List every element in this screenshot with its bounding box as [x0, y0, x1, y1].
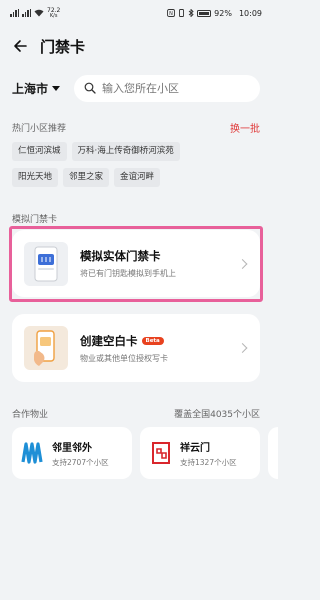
community-chip[interactable]: 邻里之家 [63, 168, 110, 187]
partner-count: 支持1327个小区 [180, 457, 237, 467]
bluetooth-icon [188, 9, 194, 17]
simulate-section-title: 模拟门禁卡 [12, 215, 58, 225]
partners-coverage: 覆盖全国4035个小区 [174, 410, 260, 420]
city-selector[interactable]: 上海市 [12, 80, 74, 97]
battery-level: 92% [214, 8, 232, 18]
page-title: 门禁卡 [40, 37, 86, 56]
chips-row-1: 仁恒河滨城 万科·海上传奇御桥河滨苑 [12, 142, 260, 161]
partners-section-header: 合作物业 覆盖全国4035个小区 [12, 407, 260, 420]
community-chip[interactable]: 仁恒河滨城 [12, 142, 67, 161]
battery-icon [197, 9, 212, 17]
partner-name: 邻里邻外 [52, 442, 92, 454]
network-speed: 72.2 K/s [47, 7, 60, 19]
partner-count: 支持2707个小区 [52, 457, 109, 467]
partner-name: 祥云门 [180, 442, 210, 454]
status-bar: 72.2 K/s N 92% 10:09 [0, 0, 272, 26]
city-search-bar: 上海市 [12, 74, 260, 102]
community-chip[interactable]: 阳光天地 [12, 168, 59, 187]
search-box[interactable] [74, 74, 260, 102]
hot-section-title: 热门小区推荐 [12, 124, 67, 134]
xiangyun-logo-icon [148, 440, 174, 466]
partners-section-title: 合作物业 [12, 410, 49, 420]
refresh-button[interactable]: 换一批 [230, 120, 260, 135]
city-label: 上海市 [12, 81, 49, 96]
chevron-right-icon [237, 343, 248, 353]
partner-xiangyun-text: 祥云门 支持1327个小区 [180, 439, 237, 468]
wifi-icon [34, 9, 44, 17]
vibrate-icon [179, 9, 185, 17]
beta-badge: Beta [141, 337, 164, 345]
hand-phone-icon [34, 330, 55, 366]
partner-linli-text: 邻里邻外 支持2707个小区 [52, 439, 109, 468]
blank-card-title-row: 创建空白卡 Beta [80, 333, 168, 349]
partner-card-linli[interactable]: 邻里邻外 支持2707个小区 [12, 427, 132, 479]
blank-card-subtitle: 物业或其他单位授权写卡 [80, 353, 168, 363]
search-input[interactable] [102, 81, 252, 95]
blank-card-text: 创建空白卡 Beta 物业或其他单位授权写卡 [80, 333, 168, 364]
xiangyun-logo-graphic [152, 442, 170, 464]
community-chip[interactable]: 万科·海上传奇御桥河滨苑 [71, 142, 180, 161]
community-chip[interactable]: 金谊河畔 [114, 168, 161, 187]
partner-card-xiangyun[interactable]: 祥云门 支持1327个小区 [140, 427, 260, 479]
chips-row-2: 阳光天地 邻里之家 金谊河畔 [12, 168, 260, 187]
blank-card-title: 创建空白卡 [80, 333, 138, 348]
status-bar-left: 72.2 K/s [10, 7, 60, 19]
highlight-frame [9, 226, 263, 302]
signal-icon-2 [22, 9, 31, 17]
network-speed-unit: K/s [49, 12, 58, 19]
clock: 10:09 [238, 8, 262, 18]
back-button[interactable] [0, 30, 40, 62]
blank-card-icon [24, 326, 68, 370]
nfc-icon: N [167, 9, 176, 17]
svg-text:N: N [169, 11, 173, 17]
back-arrow-icon [14, 40, 27, 52]
dropdown-triangle-icon [52, 85, 61, 91]
signal-icon [10, 9, 19, 17]
search-icon [84, 82, 96, 94]
status-bar-right: N 92% 10:09 [167, 9, 262, 18]
app-bar: 门禁卡 [0, 30, 272, 62]
partner-card-next-peek[interactable] [268, 427, 278, 479]
linli-logo-icon [20, 440, 46, 466]
hot-section-header: 热门小区推荐 换一批 [12, 120, 260, 135]
blank-card[interactable]: 创建空白卡 Beta 物业或其他单位授权写卡 [12, 314, 260, 382]
simulate-section-header: 模拟门禁卡 [12, 212, 260, 225]
linli-logo-graphic [21, 442, 43, 464]
